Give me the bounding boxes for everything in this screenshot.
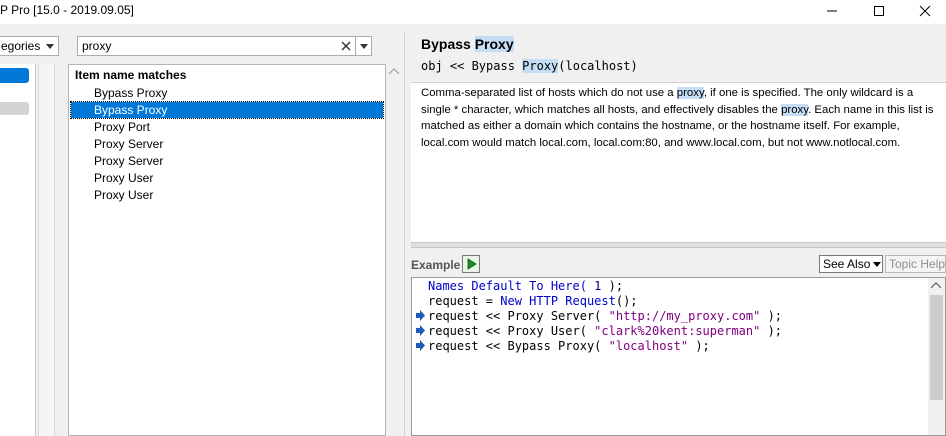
code-editor[interactable]: Names Default To Here( 1 ); request = Ne… [411,277,946,436]
list-item[interactable]: Proxy Server [71,136,383,152]
see-also-label: See Also [823,257,871,271]
list-item[interactable]: Proxy User [71,187,383,203]
list-item[interactable]: Proxy User [71,170,383,186]
code-gutter [412,278,428,435]
description-text: Comma-separated list of hosts which do n… [421,87,677,99]
code-line-5: request << Bypass Proxy( "localhost" ); [428,339,710,353]
category-item-selected[interactable] [0,68,29,83]
current-line-arrow-icon [416,325,425,336]
scrollbar-thumb[interactable] [930,295,943,400]
title-text: Bypass [421,36,475,52]
title-match: Proxy [474,36,514,52]
description-match: proxy [781,103,809,116]
results-header: Item name matches [75,68,187,82]
play-icon [467,258,477,270]
minimize-icon [827,10,837,12]
example-toolbar: Example See Also Topic Help [411,253,946,275]
list-item[interactable]: Proxy Server [71,153,383,169]
category-scrollbar[interactable] [38,64,55,436]
current-line-arrow-icon [416,310,425,321]
list-item[interactable]: Bypass Proxy [71,85,383,101]
syntax-match: Proxy [522,59,559,73]
syntax-text: obj << Bypass [421,59,523,73]
category-list [0,64,36,436]
code-line-3: request << Proxy Server( "http://my_prox… [428,309,783,323]
code-line-4: request << Proxy User( "clark%20kent:sup… [428,324,783,338]
help-pane: Bypass Proxy obj << Bypass Proxy(localho… [411,32,946,436]
run-example-button[interactable] [462,255,480,273]
search-input[interactable]: proxy [78,39,337,53]
pane-splitter[interactable] [404,32,410,436]
search-box[interactable]: proxy [77,36,372,56]
list-item-selected[interactable]: Bypass Proxy [70,101,384,119]
code-scrollbar[interactable] [928,278,945,435]
description-panel: Comma-separated list of hosts which do n… [411,82,946,242]
page-title: Bypass Proxy [421,36,514,52]
scroll-up-icon[interactable] [389,68,399,74]
chevron-down-icon [42,43,58,49]
close-icon [919,5,931,17]
close-button[interactable] [902,0,946,22]
horizontal-splitter[interactable] [411,242,946,248]
results-scrollbar[interactable] [386,64,403,436]
title-bar: P Pro [15.0 - 2019.09.05] [0,0,946,24]
code-line-2: request = New HTTP Request(); [428,294,638,308]
results-list: Item name matches Bypass Proxy Bypass Pr… [68,64,386,436]
description-match: proxy [676,87,704,99]
example-label: Example [411,258,461,272]
scroll-up-icon[interactable] [931,282,941,288]
maximize-button[interactable] [856,0,902,22]
see-also-dropdown[interactable]: See Also [819,255,883,273]
syntax-args: (localhost) [558,59,638,73]
clear-search-icon[interactable] [337,37,355,55]
syntax-line: obj << Bypass Proxy(localhost) [421,59,638,73]
minimize-button[interactable] [809,0,855,22]
category-item[interactable] [0,102,29,115]
category-select-value: egories [1,39,41,53]
search-history-dropdown[interactable] [355,37,371,55]
code-line-1: Names Default To Here( 1 ); [428,279,624,293]
window-title: P Pro [15.0 - 2019.09.05] [0,3,134,17]
maximize-icon [874,6,884,16]
chevron-down-icon [873,261,882,267]
list-item[interactable]: Proxy Port [71,119,383,135]
topic-help-button[interactable]: Topic Help [885,255,946,273]
current-line-arrow-icon [416,340,425,351]
category-select[interactable]: egories [0,36,59,56]
chevron-down-icon [359,43,368,49]
left-pane: egories proxy Item name matches Bypass P… [0,24,404,436]
